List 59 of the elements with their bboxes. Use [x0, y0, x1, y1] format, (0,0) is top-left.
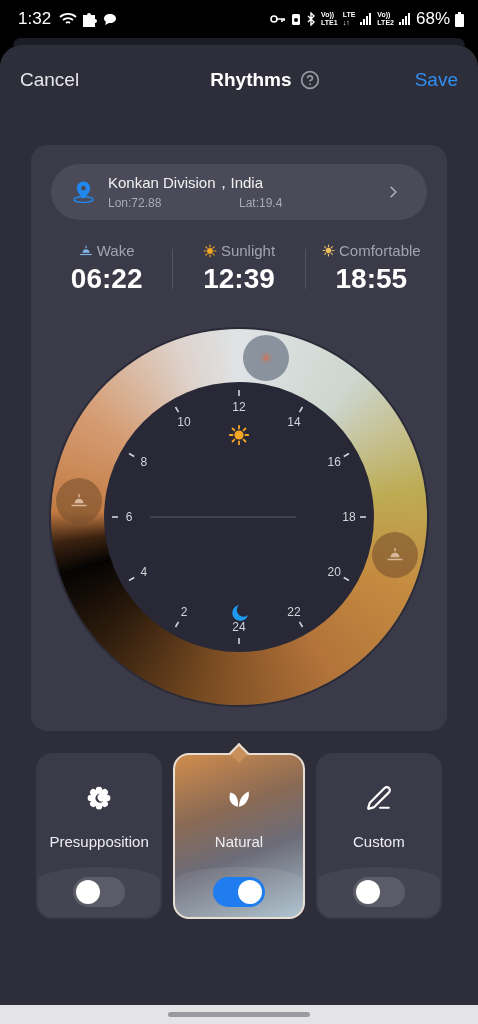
signal-icon: [398, 13, 411, 25]
moon-icon: [231, 604, 249, 622]
stat-label: Comfortable: [338, 242, 421, 259]
battery-saver-icon: [291, 12, 302, 26]
help-icon[interactable]: [299, 70, 320, 90]
stat-time: 18:55: [335, 263, 408, 295]
cancel-button[interactable]: Cancel: [20, 69, 80, 91]
battery-icon: [455, 11, 464, 27]
stat-label: Sunlight: [220, 242, 276, 259]
hour-label: 10: [177, 414, 191, 429]
key-icon: [270, 14, 287, 24]
stat-time: 06:22: [70, 263, 143, 295]
longitude-text: Lon:72.88: [107, 196, 163, 210]
location-pin-icon: [73, 180, 94, 204]
pen-icon: [365, 785, 392, 811]
location-selector[interactable]: Konkan Division，India Lon:72.88 Lat:19.4: [51, 164, 427, 220]
mode-label: Presupposition: [49, 833, 149, 850]
badge-moon-icon: [86, 785, 113, 811]
mode-toggle[interactable]: [352, 877, 405, 907]
clock-time: 1:32: [18, 9, 52, 29]
wifi-icon: [59, 12, 78, 26]
mode-label: Custom: [353, 833, 405, 850]
sun-icon: [228, 424, 250, 446]
sun-icon: [321, 244, 335, 257]
latitude-text: Lat:19.4: [238, 196, 284, 210]
hour-label: 8: [140, 455, 148, 469]
hour-label: 22: [287, 605, 301, 620]
mode-card[interactable]: Presupposition: [36, 753, 163, 919]
hour-label: 18: [342, 510, 356, 524]
save-button[interactable]: Save: [414, 69, 458, 91]
time-handle[interactable]: [372, 532, 419, 579]
time-handle[interactable]: [55, 478, 102, 525]
sun-icon: [202, 243, 217, 258]
hour-label: 2: [180, 605, 188, 620]
mode-label: Natural: [214, 833, 264, 850]
screen-title: Rhythms: [210, 69, 292, 91]
time-handle[interactable]: [243, 335, 290, 382]
sun-icon: [259, 351, 274, 366]
mode-toggle[interactable]: [213, 877, 265, 907]
hour-label: 14: [287, 414, 301, 429]
chat-icon: [103, 12, 118, 26]
location-name: Konkan Division，India: [107, 174, 265, 193]
sunrise-icon: [78, 243, 93, 258]
puzzle-icon: [82, 11, 99, 27]
hour-label: 16: [327, 455, 341, 469]
mode-toggle[interactable]: [73, 877, 126, 907]
hour-label: 12: [232, 400, 246, 414]
hour-label: 20: [327, 565, 341, 579]
stat-time: 12:39: [203, 263, 275, 295]
hour-label: 4: [140, 565, 148, 579]
home-handle[interactable]: [168, 1012, 310, 1017]
hour-label: 24: [232, 620, 246, 634]
mode-card[interactable]: Natural: [173, 753, 305, 919]
stat-label: Wake: [96, 242, 135, 259]
battery-percent: 68%: [415, 9, 450, 29]
signal-icon: [360, 13, 373, 25]
hour-label: 6: [125, 510, 133, 524]
mode-card[interactable]: Custom: [315, 753, 442, 919]
bluetooth-icon: [306, 12, 317, 26]
